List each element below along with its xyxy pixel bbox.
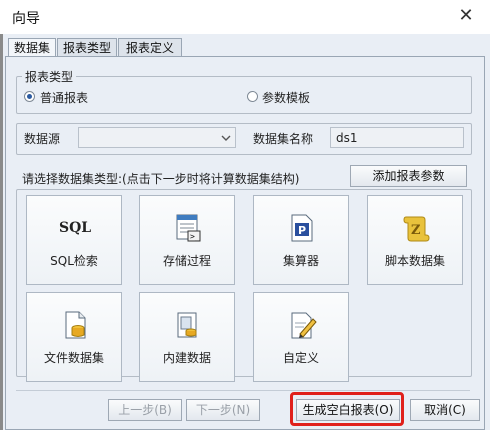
esproc-icon: P [291,214,313,242]
tile-file-dataset[interactable]: 文件数据集 [26,292,122,382]
radio-normal-report-label[interactable]: 普通报表 [40,89,88,106]
add-report-param-button[interactable]: 添加报表参数 [350,165,467,187]
dataset-type-prompt: 请选择数据集类型:(点击下一步时将计算数据集结构) [22,172,300,186]
tile-label: 集算器 [282,254,319,268]
tile-esproc[interactable]: P 集算器 [253,195,349,285]
footer-divider [16,390,470,391]
custom-edit-icon [291,312,317,339]
svg-text:>_: >_ [190,232,200,241]
report-type-group-title: 报表类型 [22,68,77,85]
radio-param-template-label[interactable]: 参数模板 [262,89,310,106]
tab-report-definition[interactable]: 报表定义 [118,38,182,57]
tile-label: 脚本数据集 [384,254,445,268]
script-icon-letter: Z [411,223,421,238]
tile-label: 内建数据 [162,351,211,365]
datasource-select[interactable] [78,127,236,148]
esproc-icon-letter: P [298,224,306,237]
next-button[interactable]: 下一步(N) [186,399,260,421]
dataset-name-field[interactable]: ds1 [330,127,464,148]
dataset-name-label: 数据集名称 [253,132,314,146]
tab-report-type[interactable]: 报表类型 [57,38,117,57]
tile-label: 文件数据集 [43,351,104,365]
file-dataset-icon [65,311,86,339]
tile-label: 存储过程 [162,254,211,268]
script-scroll-icon: Z [403,216,430,242]
dataset-name-value: ds1 [336,131,358,145]
tile-label: 自定义 [282,351,319,365]
radio-normal-report[interactable] [24,91,35,102]
prev-button[interactable]: 上一步(B) [108,399,182,421]
tile-sql-query[interactable]: SQL SQL检索 [26,195,122,285]
radio-param-template[interactable] [247,91,258,102]
close-icon[interactable]: ✕ [456,6,476,26]
highlight-box [290,392,404,426]
tile-custom[interactable]: 自定义 [253,292,349,382]
sql-icon: SQL [59,220,92,236]
datasource-label: 数据源 [24,132,61,146]
tile-label: SQL检索 [50,254,98,268]
tile-script-dataset[interactable]: Z 脚本数据集 [367,195,463,285]
window-title: 向导 [12,11,40,27]
tile-stored-procedure[interactable]: >_ 存储过程 [139,195,235,285]
cancel-button[interactable]: 取消(C) [410,399,480,421]
title-bar [0,0,490,34]
tab-dataset[interactable]: 数据集 [8,38,56,58]
stored-procedure-icon: >_ [176,214,201,242]
tile-builtin-data[interactable]: 内建数据 [139,292,235,382]
builtin-data-icon [177,312,197,338]
chevron-down-icon [221,135,231,141]
